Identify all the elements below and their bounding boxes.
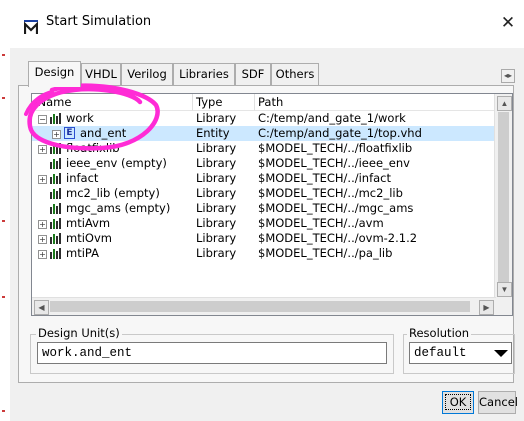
tab-sdf[interactable]: SDF (235, 63, 271, 85)
table-row[interactable]: ieee_env (empty) Library $MODEL_TECH/../ie… (32, 156, 496, 171)
row-path: C:/temp/and_gate_1/work (258, 111, 406, 125)
row-type: Library (196, 246, 237, 260)
window-title: Start Simulation (46, 14, 152, 29)
resolution-value: default (414, 346, 467, 360)
row-name: and_ent (80, 126, 127, 140)
table-row[interactable]: mc2_lib (empty) Library $MODEL_TECH/../mc2… (32, 186, 496, 201)
row-path: $MODEL_TECH/../pa_lib (258, 246, 393, 260)
row-path: $MODEL_TECH/../mc2_lib (258, 186, 403, 200)
library-icon (50, 218, 61, 229)
tab-others[interactable]: Others (271, 63, 319, 85)
row-name: ieee_env (empty) (66, 156, 167, 170)
table-row[interactable]: + mtiAvm Library $MODEL_TECH/../avm (32, 216, 496, 231)
vertical-scroll-thumb[interactable] (498, 112, 509, 284)
row-type: Library (196, 186, 237, 200)
expand-icon[interactable]: + (38, 175, 47, 184)
scroll-up-arrow-icon[interactable]: ▲ (497, 96, 512, 111)
tab-design[interactable]: Design (28, 61, 81, 87)
vertical-scrollbar[interactable]: ▲ ▼ (494, 94, 512, 299)
library-icon (50, 158, 61, 169)
row-name: mtiOvm (66, 231, 112, 245)
background-strip (0, 0, 8, 421)
row-path: C:/temp/and_gate_1/top.vhd (258, 126, 422, 140)
entity-icon: E (64, 127, 75, 139)
row-type: Library (196, 141, 237, 155)
row-type: Library (196, 171, 237, 185)
library-icon (50, 248, 61, 259)
table-row[interactable]: + infact Library $MODEL_TECH/../infact (32, 171, 496, 186)
background-mark (2, 296, 5, 298)
row-name: mc2_lib (empty) (66, 186, 160, 200)
tab-vhdl[interactable]: VHDL (81, 63, 121, 85)
scrollbar-corner (495, 298, 512, 315)
row-name: mgc_ams (empty) (66, 201, 171, 215)
column-header-type[interactable]: Type (193, 94, 255, 111)
scroll-down-arrow-icon[interactable]: ▼ (497, 282, 512, 297)
table-row[interactable]: + floatfixlib Library $MODEL_TECH/../floatf… (32, 141, 496, 156)
table-row[interactable]: + mtiPA Library $MODEL_TECH/../pa_lib (32, 246, 496, 261)
background-mark (2, 220, 5, 222)
horizontal-scrollbar[interactable]: ◀ ▶ (32, 297, 496, 315)
expand-icon[interactable]: + (38, 220, 47, 229)
table-row[interactable]: mgc_ams (empty) Library $MODEL_TECH/../mgc… (32, 201, 496, 216)
expand-icon[interactable]: + (38, 145, 47, 154)
row-path: $MODEL_TECH/../mgc_ams (258, 201, 414, 215)
table-row[interactable]: + mtiOvm Library $MODEL_TECH/../ovm-2.1.2 (32, 231, 496, 246)
scroll-right-arrow-icon[interactable]: ▶ (479, 300, 494, 315)
row-name: mtiPA (66, 246, 99, 260)
design-unit-label: Design Unit(s) (36, 326, 122, 340)
close-button[interactable]: ✕ (497, 12, 519, 34)
row-path: $MODEL_TECH/../ieee_env (258, 156, 410, 170)
column-header-name[interactable]: ▾Name (32, 94, 193, 111)
row-path: $MODEL_TECH/../floatfixlib (258, 141, 413, 155)
row-type: Library (196, 111, 237, 125)
cancel-button[interactable]: Cancel (478, 391, 518, 414)
row-name: infact (66, 171, 99, 185)
row-path: $MODEL_TECH/../infact (258, 171, 392, 185)
library-icon (50, 188, 61, 199)
row-path: $MODEL_TECH/../ovm-2.1.2 (258, 231, 418, 245)
expand-icon[interactable]: + (38, 235, 47, 244)
library-icon (50, 143, 61, 154)
modelsim-m-icon (24, 20, 38, 34)
library-icon (50, 203, 61, 214)
ok-button[interactable]: OK (442, 391, 474, 414)
row-name: work (66, 111, 94, 125)
row-type: Library (196, 156, 237, 170)
table-row[interactable]: − work Library C:/temp/and_gate_1/work (32, 111, 496, 126)
row-type: Library (196, 201, 237, 215)
collapse-icon[interactable]: − (38, 115, 47, 124)
dropdown-arrow-icon[interactable] (493, 346, 509, 360)
row-path: $MODEL_TECH/../avm (258, 216, 384, 230)
horizontal-scroll-thumb[interactable] (50, 301, 470, 312)
resolution-select[interactable]: default (409, 342, 512, 364)
library-icon (50, 173, 61, 184)
column-header-path[interactable]: Path (255, 94, 496, 111)
scroll-left-arrow-icon[interactable]: ◀ (34, 300, 49, 315)
background-mark (2, 97, 5, 99)
resolution-label: Resolution (407, 326, 472, 340)
row-type: Entity (196, 126, 230, 140)
row-type: Library (196, 231, 237, 245)
tab-verilog[interactable]: Verilog (121, 63, 173, 85)
library-icon (50, 233, 61, 244)
background-mark (2, 54, 5, 56)
expand-icon[interactable]: + (52, 130, 61, 139)
library-icon (50, 113, 61, 124)
row-name: mtiAvm (66, 216, 111, 230)
background-mark (2, 410, 5, 412)
column-header-name-label: Name (37, 95, 72, 109)
row-type: Library (196, 216, 237, 230)
row-name: floatfixlib (66, 141, 120, 155)
tab-libraries[interactable]: Libraries (173, 63, 235, 85)
table-row[interactable]: + Eand_ent Entity C:/temp/and_gate_1/top.vh… (32, 126, 496, 141)
expand-icon[interactable]: + (38, 250, 47, 259)
tab-scroll-arrows[interactable]: ◂▸ (501, 69, 515, 83)
design-unit-input[interactable]: work.and_ent (37, 342, 387, 364)
design-list: ▾Name Type Path − work Library C:/temp/and_… (31, 93, 513, 316)
ok-button-label: OK (444, 394, 472, 410)
